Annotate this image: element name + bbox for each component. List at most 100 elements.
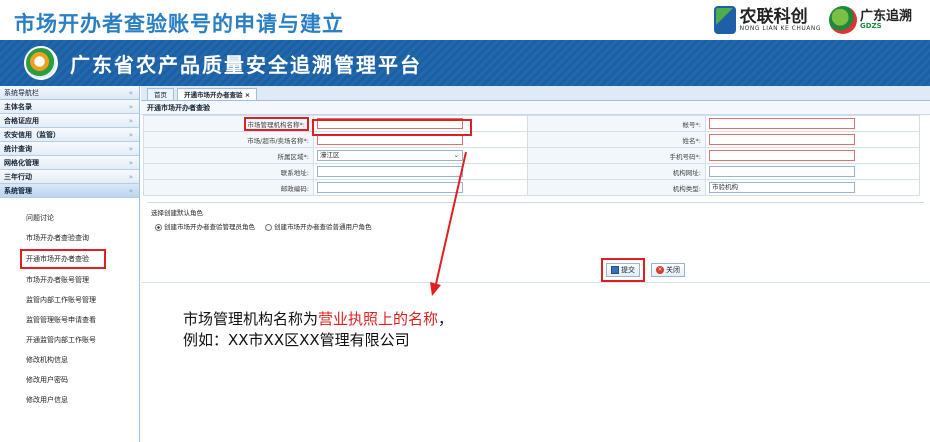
submenu-item[interactable]: 修改用户信息 (0, 390, 139, 410)
trace-subtitle: GDZS (859, 22, 882, 30)
submit-highlight: 提交 (601, 258, 645, 282)
platform-title: 广东省农产品质量安全追溯管理平台 (70, 52, 422, 77)
org-name-label: 市场管理机构名称*: (243, 116, 309, 131)
trace-logo: 广东追溯 GDZS (828, 6, 912, 34)
brand-logo: 农联科创 NONG LIAN KE CHUANG (713, 6, 821, 34)
close-button[interactable]: × 关闭 (651, 263, 685, 277)
platform-emblem-icon (24, 46, 58, 80)
expand-icon: » (128, 145, 133, 153)
sidebar-item-three-year[interactable]: 三年行动 » (0, 170, 139, 184)
org-type-label: 机构类型: (527, 179, 706, 196)
sidebar-item-certificate[interactable]: 合格证应用 » (0, 114, 139, 128)
expand-icon: » (128, 131, 133, 139)
divider (141, 282, 930, 283)
sidebar-header: 系统导航栏 « (0, 86, 139, 100)
expand-icon: » (128, 173, 133, 181)
address-label: 联系地址: (143, 163, 314, 180)
role-section-title: 选择创建默认角色 (151, 209, 203, 217)
logos: 农联科创 NONG LIAN KE CHUANG 广东追溯 GDZS (713, 6, 912, 34)
submenu-item-open-market-check[interactable]: 开通市场开办者查验 (20, 249, 106, 269)
sidebar-item-label: 合格证应用 (4, 117, 39, 125)
account-label: 帐号*: (527, 115, 706, 132)
region-label: 所属区域*: (143, 147, 314, 164)
website-label: 机构网址: (527, 163, 706, 180)
form-row: 邮政编码: 机构类型: 市验机构 (143, 179, 920, 196)
sidebar-header-label: 系统导航栏 (4, 89, 39, 97)
role-option-label: 创建市场开办者查验管理员角色 (164, 223, 255, 231)
org-name-input-highlight (312, 119, 472, 136)
close-label: 关闭 (666, 266, 680, 274)
submit-label: 提交 (621, 266, 635, 274)
sidebar-item-statistics[interactable]: 统计查询 » (0, 142, 139, 156)
sidebar-item-label: 主体名录 (4, 103, 32, 111)
postcode-input[interactable] (317, 182, 463, 193)
region-select[interactable]: 濠江区 ⌄ (317, 150, 463, 161)
form-row: 市场管理机构名称*: 帐号*: (143, 115, 920, 132)
radio-checked-icon (155, 223, 162, 231)
form-row: 所属区域*: 濠江区 ⌄ 手机号码*: (143, 147, 920, 164)
form-row: 市场/超市/卖场名称*: 姓名*: (143, 131, 920, 148)
phone-input[interactable] (709, 150, 855, 161)
brand-name: 农联科创 (739, 6, 808, 27)
application-form: 市场管理机构名称*: 帐号*: 市场/超市/卖场名称*: 姓名*: 所属区域*:… (143, 115, 920, 196)
person-name-input[interactable] (709, 134, 855, 145)
sidebar-item-label: 农安信用（监管） (4, 131, 60, 139)
sidebar-item-credit[interactable]: 农安信用（监管） » (0, 128, 139, 142)
collapse-sidebar-icon[interactable]: « (129, 86, 133, 99)
submenu-item[interactable]: 问题讨论 (0, 208, 139, 228)
market-name-label: 市场/超市/卖场名称*: (143, 131, 314, 148)
close-icon: × (656, 266, 664, 274)
org-type-input: 市验机构 (709, 182, 855, 193)
submit-button[interactable]: 提交 (606, 263, 640, 277)
expand-icon: » (128, 159, 133, 167)
trace-emblem-icon (828, 6, 857, 34)
note-line-1: 市场管理机构名称为营业执照上的名称， (183, 309, 453, 330)
submenu-item[interactable]: 监管管理账号申请查看 (0, 310, 139, 330)
region-value: 濠江区 (320, 151, 340, 159)
form-actions: 提交 × 关闭 (601, 258, 685, 282)
expand-icon: » (128, 117, 133, 125)
sidebar-item-label: 三年行动 (4, 173, 32, 181)
note-line-2: 例如：XX市XX区XX管理有限公司 (183, 331, 410, 349)
main-content: 首页 开通市场开办者查验 × 开通市场开办者查验 市场管理机构名称*: 帐号*:… (141, 86, 930, 442)
note-prefix: 市场管理机构名称为 (183, 310, 319, 328)
submenu-item[interactable]: 修改机构信息 (0, 350, 139, 370)
collapse-icon: « (128, 187, 133, 195)
sidebar-item-grid[interactable]: 网格化管理 » (0, 156, 139, 170)
sidebar-item-label: 系统管理 (4, 187, 32, 195)
submenu-item[interactable]: 开通监管内部工作账号 (0, 330, 139, 350)
submenu-item[interactable]: 市场开办者查验查询 (0, 228, 139, 248)
phone-label: 手机号码*: (527, 147, 706, 164)
postcode-label: 邮政编码: (143, 179, 314, 196)
account-input[interactable] (709, 118, 855, 129)
tab-home[interactable]: 首页 (147, 88, 174, 100)
chevron-down-icon: ⌄ (453, 151, 459, 159)
role-options: 创建市场开办者查验管理员角色 创建市场开办者查验普通用户角色 (155, 221, 924, 231)
submenu-item[interactable]: 监管内部工作账号管理 (0, 290, 139, 310)
tab-open-market-check[interactable]: 开通市场开办者查验 × (177, 88, 258, 100)
save-icon (611, 266, 619, 274)
submenu-item[interactable]: 修改用户密码 (0, 370, 139, 390)
submenu-item[interactable]: 市场开办者账号管理 (0, 270, 139, 290)
expand-icon: » (128, 103, 133, 111)
role-option-admin[interactable]: 创建市场开办者查验管理员角色 (155, 221, 255, 231)
tab-bar: 首页 开通市场开办者查验 × (141, 86, 930, 101)
website-input[interactable] (709, 166, 855, 177)
leaf-logo-icon (713, 6, 736, 34)
sidebar: 系统导航栏 « 主体名录 » 合格证应用 » 农安信用（监管） » 统计查询 »… (0, 86, 140, 442)
slide-title: 市场开办者查验账号的申请与建立 (14, 12, 344, 36)
platform-banner: 广东省农产品质量安全追溯管理平台 (0, 40, 930, 86)
sidebar-item-system[interactable]: 系统管理 « (0, 184, 139, 198)
system-submenu: 问题讨论 市场开办者查验查询 开通市场开办者查验 市场开办者账号管理 监管内部工… (0, 198, 139, 410)
note-suffix: ， (438, 310, 454, 328)
role-option-user[interactable]: 创建市场开办者查验普通用户角色 (265, 221, 372, 231)
radio-unchecked-icon (265, 223, 272, 231)
annotation-note: 市场管理机构名称为营业执照上的名称， 例如：XX市XX区XX管理有限公司 (183, 309, 453, 351)
brand-subtitle: NONG LIAN KE CHUANG (739, 24, 821, 32)
role-option-label: 创建市场开办者查验普通用户角色 (274, 223, 372, 231)
panel-title: 开通市场开办者查验 (141, 101, 930, 115)
address-input[interactable] (317, 166, 463, 177)
sidebar-item-label: 统计查询 (4, 145, 32, 153)
person-name-label: 姓名*: (527, 131, 706, 148)
sidebar-item-directory[interactable]: 主体名录 » (0, 100, 139, 114)
